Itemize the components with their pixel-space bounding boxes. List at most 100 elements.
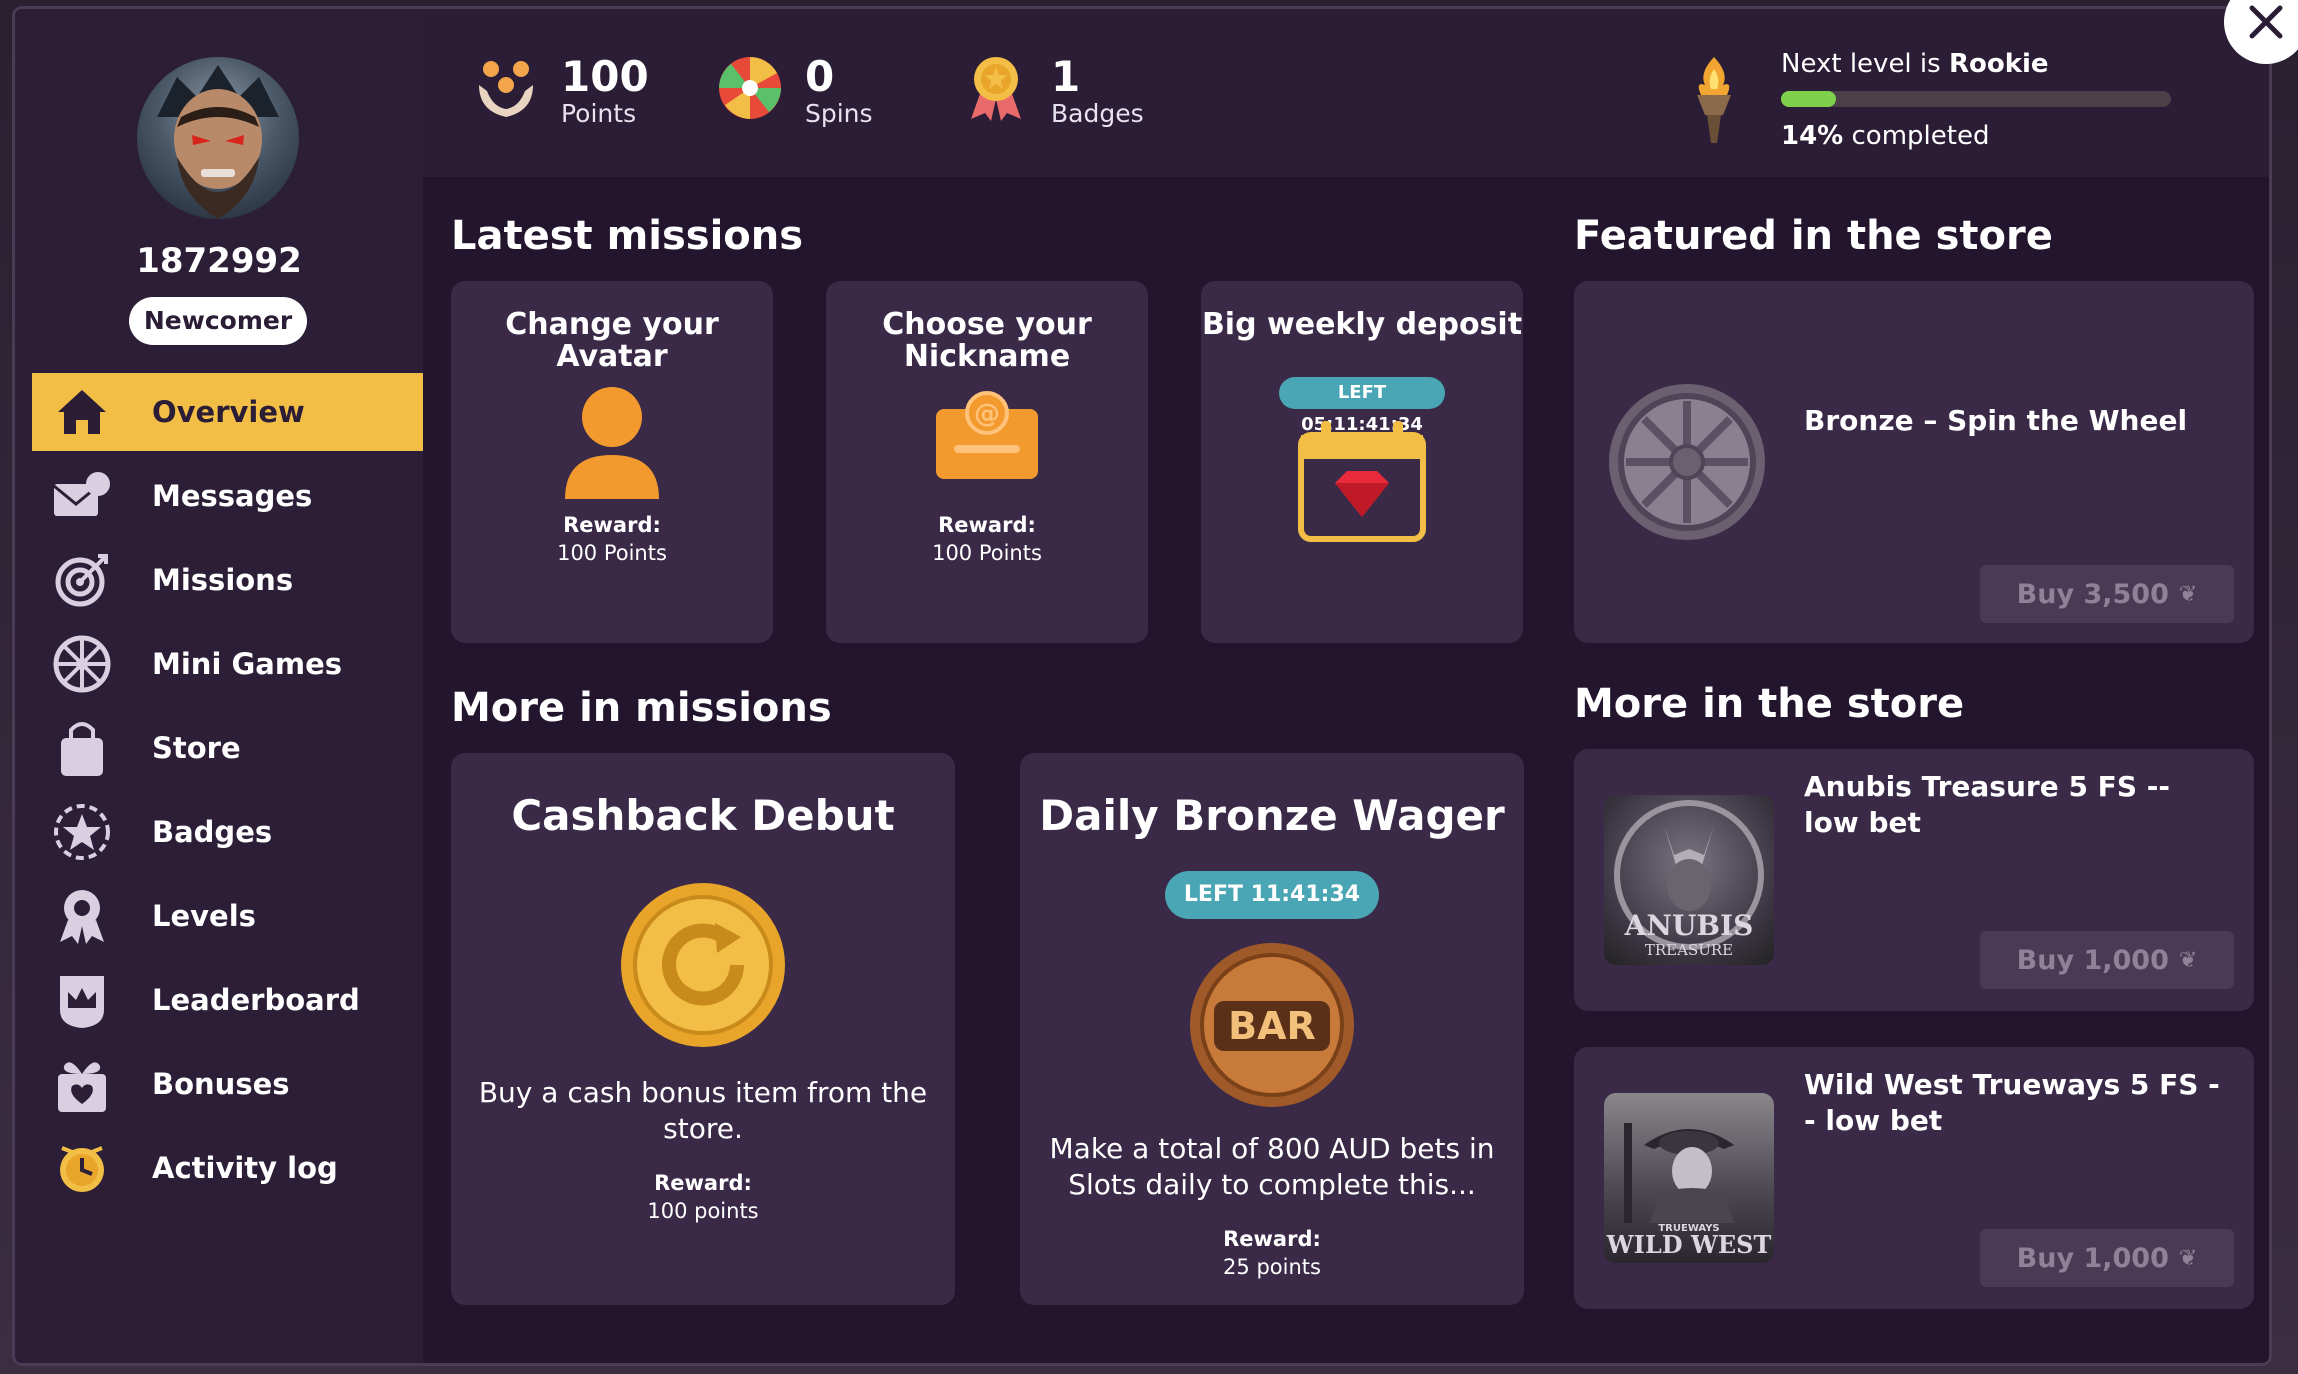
star-badge-icon <box>52 802 112 862</box>
mission-title: Daily Bronze Wager <box>1039 791 1505 840</box>
sidebar-item-missions[interactable]: Missions <box>32 541 423 619</box>
mission-title: Big weekly deposit <box>1201 307 1523 342</box>
sidebar-item-bonuses[interactable]: Bonuses <box>32 1045 423 1123</box>
mission-card-weekly-deposit[interactable]: Big weekly deposit LEFT 05:11:41:34 <box>1201 281 1523 643</box>
clock-icon <box>52 1138 112 1198</box>
points-coin-icon: ❦ <box>2178 581 2198 607</box>
sidebar-item-label: Bonuses <box>152 1067 290 1101</box>
envelope-icon <box>52 466 112 526</box>
spins-label: Spins <box>805 99 873 128</box>
spins-value: 0 <box>805 52 835 101</box>
reward-value: 100 Points <box>932 541 1042 565</box>
level-progress: Next level is Rookie 14% completed <box>1689 45 2229 155</box>
spins-stat: 0 Spins <box>717 55 873 129</box>
sidebar-item-store[interactable]: Store <box>32 709 423 787</box>
sidebar-item-activity-log[interactable]: Activity log <box>32 1129 423 1207</box>
stats-bar: 100 Points 0 Spins 1 Badges Next level i… <box>423 9 2269 177</box>
points-label: Points <box>561 99 637 128</box>
svg-text:WILD WEST: WILD WEST <box>1606 1230 1772 1259</box>
badges-stat: 1 Badges <box>963 55 1144 129</box>
sidebar-item-label: Overview <box>152 395 305 429</box>
progress-percent: 14% <box>1781 121 1844 151</box>
sidebar-nav: Overview Messages Missions Mini Games St… <box>32 373 423 1213</box>
gift-icon <box>52 1054 112 1114</box>
svg-text:BAR: BAR <box>1228 1004 1316 1048</box>
email-at-icon: @ <box>936 391 1038 479</box>
store-item-name: Anubis Treasure 5 FS -- low bet <box>1804 770 2170 839</box>
mission-card-cashback-debut[interactable]: Cashback Debut Buy a cash bonus item fro… <box>451 753 955 1305</box>
cashback-coin-icon <box>621 883 785 1047</box>
badges-label: Badges <box>1051 99 1144 128</box>
sidebar-item-label: Store <box>152 731 241 765</box>
latest-missions-title: Latest missions <box>451 213 804 259</box>
more-store-title: More in the store <box>1574 681 1965 727</box>
mission-title: Choose your Nickname <box>882 307 1092 374</box>
mission-timer: LEFT 11:41:34 <box>1165 871 1379 919</box>
store-item-wild-west[interactable]: TRUEWAYS WILD WEST Wild West Trueways 5 … <box>1574 1047 2254 1309</box>
points-value: 100 <box>561 52 649 101</box>
sidebar-item-label: Mini Games <box>152 647 343 681</box>
rank-badge: Newcomer <box>129 297 307 345</box>
loyalty-modal: 1872992 Newcomer Overview Messages Missi… <box>12 6 2272 1366</box>
store-item-anubis[interactable]: ANUBIS TREASURE Anubis Treasure 5 FS -- … <box>1574 749 2254 1011</box>
mission-card-avatar[interactable]: Change your Avatar Reward: 100 Points <box>451 281 773 643</box>
points-icon <box>479 61 533 117</box>
sidebar-item-messages[interactable]: Messages <box>32 457 423 535</box>
level-progress-fill <box>1781 91 1836 107</box>
target-icon <box>52 550 112 610</box>
sidebar-item-label: Levels <box>152 899 256 933</box>
sidebar: 1872992 Newcomer Overview Messages Missi… <box>15 9 423 1363</box>
mission-title: Change your Avatar <box>505 307 719 374</box>
badges-value: 1 <box>1051 52 1081 101</box>
mission-description: Make a total of 800 AUD bets in Slots da… <box>1049 1132 1495 1201</box>
level-progress-bar <box>1781 91 2171 107</box>
reward-value: 25 points <box>1223 1255 1321 1279</box>
reward-label: Reward: <box>1223 1227 1321 1251</box>
close-icon <box>2249 5 2283 39</box>
svg-text:ANUBIS: ANUBIS <box>1624 909 1754 942</box>
shopping-bag-icon <box>52 718 112 778</box>
torch-icon <box>1697 57 1731 143</box>
spin-wheel-icon <box>719 57 781 119</box>
points-coin-icon: ❦ <box>2178 1245 2198 1271</box>
calendar-gem-icon <box>1298 421 1426 542</box>
svg-text:TREASURE: TREASURE <box>1645 941 1733 959</box>
mission-card-daily-bronze-wager[interactable]: Daily Bronze Wager LEFT 11:41:34 BAR Mak… <box>1020 753 1524 1305</box>
award-badge-icon <box>971 57 1021 121</box>
mission-card-nickname[interactable]: Choose your Nickname @ Reward: 100 Point… <box>826 281 1148 643</box>
wild-west-thumbnail: TRUEWAYS WILD WEST <box>1604 1093 1774 1263</box>
svg-text:@: @ <box>974 399 1000 429</box>
mission-title: Cashback Debut <box>511 791 895 840</box>
sidebar-item-label: Badges <box>152 815 273 849</box>
wheel-icon <box>52 634 112 694</box>
featured-store-card[interactable]: Bronze – Spin the Wheel Buy 3,500 ❦ <box>1574 281 2254 643</box>
store-item-buy-button[interactable]: Buy 1,000 ❦ <box>1980 1229 2234 1287</box>
anubis-logo-icon: ANUBIS TREASURE <box>1614 800 1764 959</box>
avatar[interactable] <box>137 57 299 219</box>
mission-timer: LEFT 05:11:41:34 <box>1279 377 1445 435</box>
medal-icon <box>52 886 112 946</box>
featured-store-title: Featured in the store <box>1574 213 2053 259</box>
next-level-name: Rookie <box>1948 49 2049 79</box>
sidebar-item-overview[interactable]: Overview <box>32 373 423 451</box>
reward-label: Reward: <box>938 513 1036 537</box>
sidebar-item-leaderboard[interactable]: Leaderboard <box>32 961 423 1039</box>
store-item-buy-button[interactable]: Buy 1,000 ❦ <box>1980 931 2234 989</box>
user-id: 1872992 <box>136 241 302 281</box>
sidebar-item-badges[interactable]: Badges <box>32 793 423 871</box>
main-content: Latest missions Change your Avatar Rewar… <box>423 177 2269 1363</box>
reward-label: Reward: <box>563 513 661 537</box>
sidebar-item-label: Activity log <box>152 1151 338 1185</box>
sidebar-item-mini-games[interactable]: Mini Games <box>32 625 423 703</box>
sidebar-item-label: Missions <box>152 563 294 597</box>
sidebar-item-levels[interactable]: Levels <box>32 877 423 955</box>
next-level-text: Next level is Rookie <box>1781 49 2049 79</box>
store-item-name: Wild West Trueways 5 FS -- low bet <box>1804 1068 2220 1137</box>
featured-buy-button[interactable]: Buy 3,500 ❦ <box>1980 565 2234 623</box>
points-stat: 100 Points <box>473 55 649 129</box>
reward-label: Reward: <box>654 1171 752 1195</box>
reward-value: 100 points <box>647 1199 759 1223</box>
user-avatar-icon <box>565 387 659 499</box>
points-coin-icon: ❦ <box>2178 947 2198 973</box>
warrior-portrait-icon <box>157 65 279 219</box>
